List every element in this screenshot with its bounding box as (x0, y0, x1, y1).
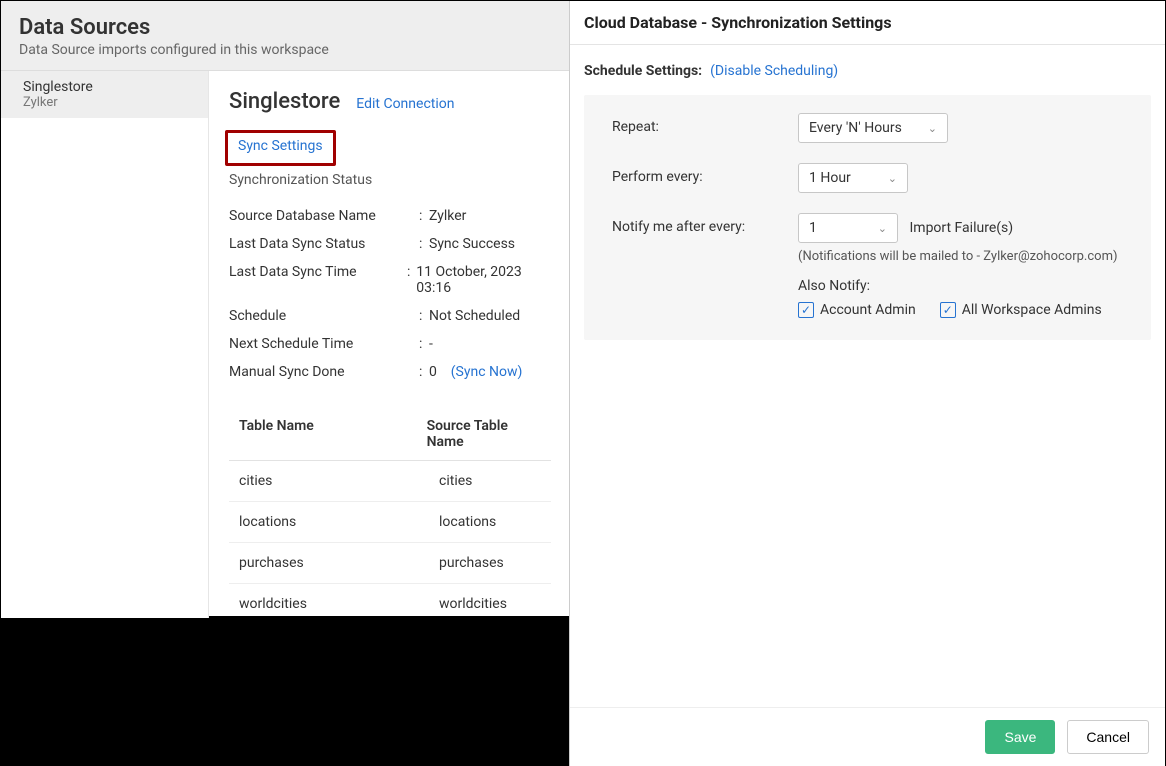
save-button[interactable]: Save (985, 720, 1055, 754)
cancel-button[interactable]: Cancel (1067, 720, 1149, 754)
value-last-sync-status: Sync Success (429, 236, 515, 252)
col-header-source-name: Source Table Name (427, 418, 541, 450)
datasource-title: Singlestore (229, 89, 340, 114)
sidebar-item-name: Singlestore (23, 79, 190, 95)
page-title: Data Sources (19, 15, 553, 40)
label-next-schedule: Next Schedule Time (229, 336, 419, 352)
table-row[interactable]: worldcities worldcities (229, 584, 551, 618)
notify-suffix: Import Failure(s) (909, 220, 1013, 236)
value-schedule: Not Scheduled (429, 308, 520, 324)
chevron-down-icon: ⌄ (878, 222, 887, 235)
label-manual-sync: Manual Sync Done (229, 364, 419, 380)
sync-settings-link[interactable]: Sync Settings (225, 130, 336, 166)
label-source-db: Source Database Name (229, 208, 419, 224)
sidebar-item-sub: Zylker (23, 95, 190, 110)
disable-scheduling-link[interactable]: (Disable Scheduling) (710, 63, 838, 79)
page-subtitle: Data Source imports configured in this w… (19, 42, 553, 58)
sidebar: Singlestore Zylker (1, 71, 209, 618)
notify-hint: (Notifications will be mailed to - Zylke… (798, 249, 1123, 264)
repeat-label: Repeat: (612, 113, 798, 135)
table-row[interactable]: purchases purchases (229, 543, 551, 584)
perform-every-select[interactable]: 1 Hour ⌄ (798, 163, 908, 193)
value-last-sync-time: 11 October, 2023 03:16 (416, 264, 551, 296)
repeat-select[interactable]: Every 'N' Hours ⌄ (798, 113, 948, 143)
checkbox-icon: ✓ (798, 302, 814, 318)
page-header: Data Sources Data Source imports configu… (1, 1, 571, 71)
checkbox-workspace-admins[interactable]: ✓ All Workspace Admins (940, 302, 1102, 318)
edit-connection-link[interactable]: Edit Connection (356, 96, 454, 112)
perform-every-label: Perform every: (612, 163, 798, 185)
checkbox-account-admin[interactable]: ✓ Account Admin (798, 302, 916, 318)
table-row[interactable]: cities cities (229, 461, 551, 502)
chevron-down-icon: ⌄ (888, 172, 897, 185)
main-content: Singlestore Edit Connection Sync Setting… (209, 71, 571, 618)
label-last-sync-time: Last Data Sync Time (229, 264, 407, 296)
sync-status-heading: Synchronization Status (229, 172, 551, 188)
checkbox-icon: ✓ (940, 302, 956, 318)
schedule-settings-label: Schedule Settings: (584, 63, 702, 79)
sidebar-item-singlestore[interactable]: Singlestore Zylker (1, 71, 208, 118)
label-schedule: Schedule (229, 308, 419, 324)
notify-label: Notify me after every: (612, 213, 798, 235)
col-header-table-name: Table Name (239, 418, 427, 450)
sync-settings-panel: Cloud Database - Synchronization Setting… (569, 1, 1165, 766)
chevron-down-icon: ⌄ (928, 122, 937, 135)
notify-count-select[interactable]: 1 ⌄ (798, 213, 898, 243)
value-manual-sync: 0 (429, 364, 437, 380)
table-row[interactable]: locations locations (229, 502, 551, 543)
value-next-schedule: - (429, 336, 433, 352)
also-notify-label: Also Notify: (798, 278, 1123, 294)
sync-now-link[interactable]: (Sync Now) (451, 364, 523, 380)
panel-title: Cloud Database - Synchronization Setting… (570, 1, 1165, 45)
label-last-sync-status: Last Data Sync Status (229, 236, 419, 252)
value-source-db: Zylker (429, 208, 466, 224)
